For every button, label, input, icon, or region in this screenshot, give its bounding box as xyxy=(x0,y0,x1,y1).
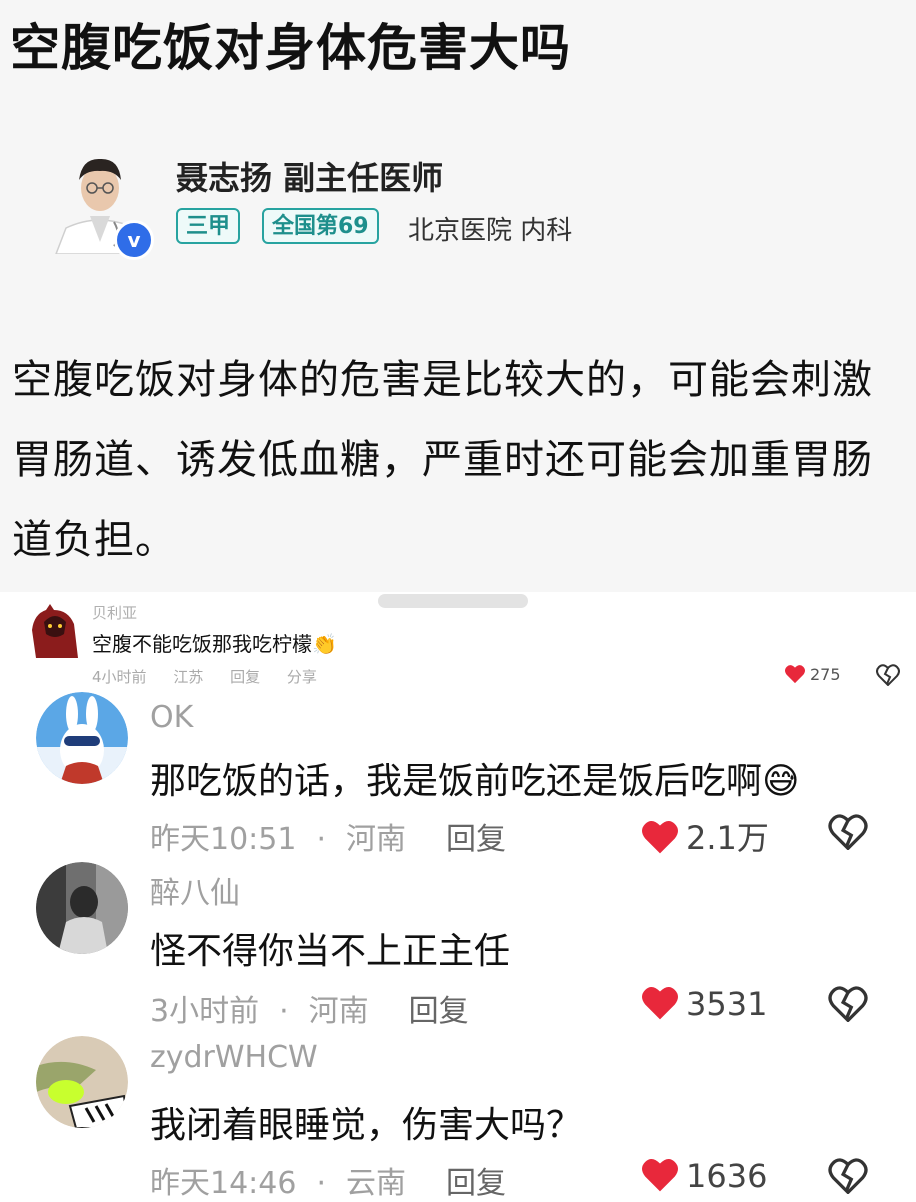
like-button[interactable]: 1636 xyxy=(640,1157,767,1195)
comment-location: 河南 xyxy=(346,822,407,857)
comment-username[interactable]: OK xyxy=(150,700,193,735)
loading-placeholder xyxy=(378,594,528,608)
user-avatar[interactable] xyxy=(36,692,128,784)
comment-meta: 3小时前 · 河南 回复 xyxy=(150,986,469,1030)
dislike-icon[interactable] xyxy=(828,1158,868,1194)
comment-time: 3小时前 xyxy=(150,994,260,1029)
heart-icon xyxy=(642,821,678,854)
meta-separator: · xyxy=(279,994,289,1029)
answer-text: 空腹吃饭对身体的危害是比较大的，可能会刺激胃肠道、诱发低血糖，严重时还可能会加重… xyxy=(12,357,873,563)
comment-username[interactable]: 醉八仙 xyxy=(150,868,240,912)
meta-separator: · xyxy=(316,1166,327,1201)
comment-location: 江苏 xyxy=(173,668,204,686)
like-count: 3531 xyxy=(686,985,768,1023)
comment-location: 云南 xyxy=(346,1166,407,1201)
article-card: 空腹吃饭对身体危害大吗 v 聂志扬 副主任医师 三甲 全国第69 北京医院 内科… xyxy=(0,0,916,592)
like-button[interactable]: 3531 xyxy=(640,985,767,1023)
heart-icon xyxy=(785,665,805,684)
comment-time: 4小时前 xyxy=(92,668,147,686)
hospital-department: 北京医院 内科 xyxy=(408,216,573,246)
comment-meta: 4小时前 江苏 回复 分享 xyxy=(92,666,339,687)
dislike-icon[interactable] xyxy=(828,814,868,850)
share-button[interactable]: 分享 xyxy=(287,668,317,686)
reply-button[interactable]: 回复 xyxy=(446,1166,506,1201)
like-button[interactable]: 2.1万 xyxy=(640,813,769,859)
comment-time: 昨天10:51 xyxy=(150,822,297,857)
like-count: 2.1万 xyxy=(686,819,769,857)
user-avatar[interactable] xyxy=(36,862,128,954)
comment-text: 我闭着眼睡觉，伤害大吗？ xyxy=(150,1105,583,1146)
comment-username[interactable]: 贝利亚 xyxy=(92,602,137,623)
comment-text: 空腹不能吃饭那我吃柠檬👏 xyxy=(92,632,337,656)
user-avatar[interactable] xyxy=(28,600,82,658)
doctor-name[interactable]: 聂志扬 副主任医师 xyxy=(176,153,443,199)
comment-meta: 昨天14:46 · 云南 回复 xyxy=(150,1158,506,1202)
comment-text: 那吃饭的话，我是饭前吃还是饭后吃啊😅 xyxy=(150,761,800,802)
heart-icon xyxy=(642,987,678,1020)
comment-location: 河南 xyxy=(308,994,369,1029)
like-button[interactable]: 275 xyxy=(784,664,841,684)
reply-button[interactable]: 回复 xyxy=(409,994,469,1029)
like-count: 275 xyxy=(810,665,841,684)
like-count: 1636 xyxy=(686,1157,768,1195)
comment-meta: 昨天10:51 · 河南 回复 xyxy=(150,814,506,858)
dislike-icon[interactable] xyxy=(828,986,868,1022)
comment-text: 怪不得你当不上正主任 xyxy=(150,931,511,972)
reply-button[interactable]: 回复 xyxy=(230,668,260,686)
user-avatar[interactable] xyxy=(36,1036,128,1128)
dislike-icon[interactable] xyxy=(876,664,900,686)
hospital-level-badge: 三甲 xyxy=(176,208,241,244)
heart-icon xyxy=(642,1159,678,1192)
comment-time: 昨天14:46 xyxy=(150,1166,297,1201)
verified-icon: v xyxy=(114,220,154,260)
page-title: 空腹吃饭对身体危害大吗 xyxy=(10,19,571,77)
national-rank-badge: 全国第69 xyxy=(262,208,379,244)
comment-username[interactable]: zydrWHCW xyxy=(150,1040,318,1075)
reply-button[interactable]: 回复 xyxy=(446,822,506,857)
meta-separator: · xyxy=(316,822,327,857)
